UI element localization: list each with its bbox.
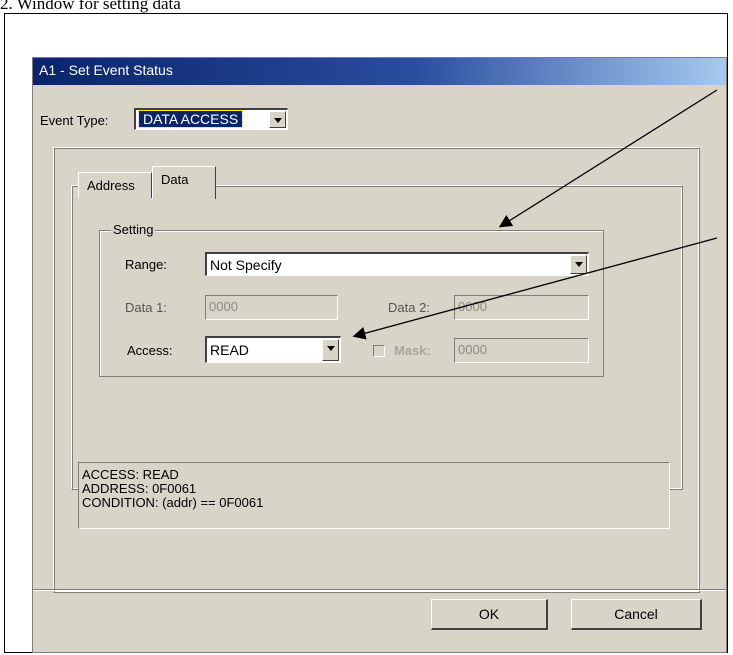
figure-frame: A1 - Set Event Status Event Type: DATA A… <box>4 13 728 653</box>
tab-data-label: Data <box>161 172 189 187</box>
annotation-arrows <box>352 89 718 340</box>
access-annotation-arrow <box>352 237 718 340</box>
document-heading: 2. Window for setting data <box>0 0 181 13</box>
range-annotation-arrow <box>498 89 718 228</box>
tab-data[interactable]: Data <box>152 166 216 199</box>
